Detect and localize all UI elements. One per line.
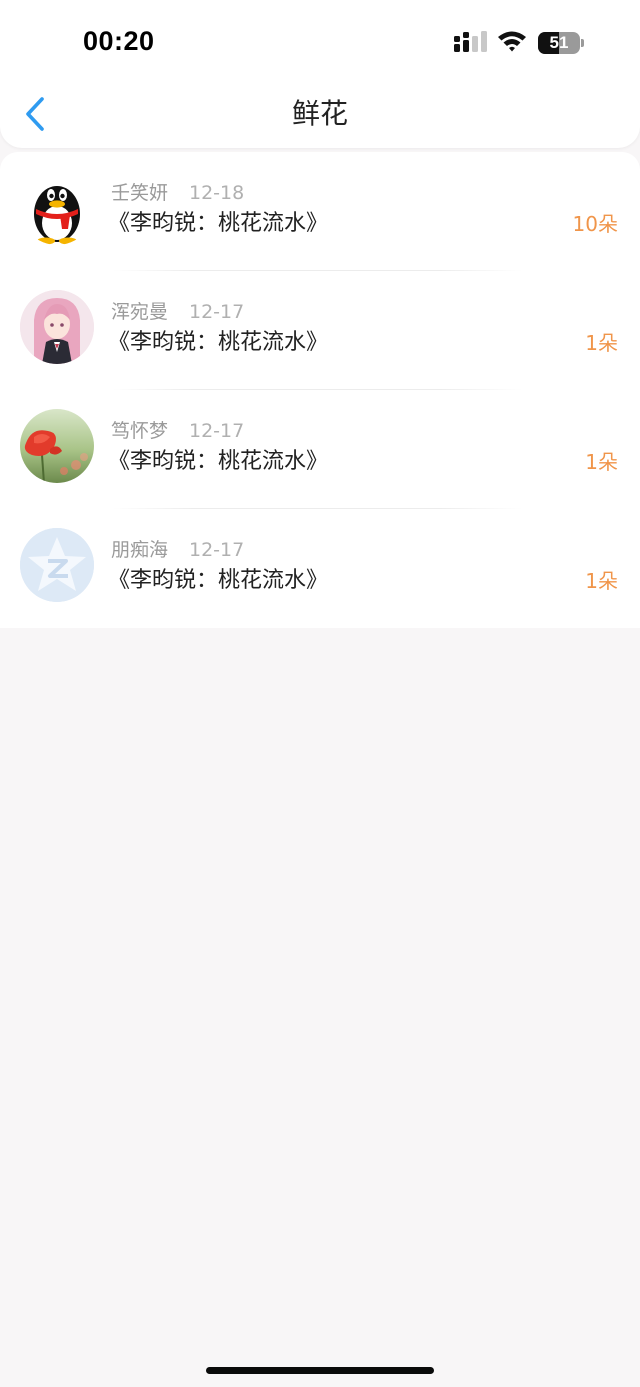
gift-date: 12-17	[189, 420, 245, 442]
penguin-avatar-icon	[34, 186, 80, 245]
poppy-flower-avatar-icon	[20, 409, 94, 483]
avatar[interactable]	[20, 290, 94, 364]
flower-list: 壬笑妍 12-18 《李昀锐：桃花流水》 10朵 浑宛曼 12-17 《李昀锐：…	[0, 152, 640, 628]
wifi-icon	[498, 31, 526, 52]
battery-percent: 51	[549, 33, 569, 52]
flower-count: 10朵	[572, 212, 618, 236]
gift-date: 12-18	[189, 182, 245, 204]
battery-tip	[581, 39, 584, 47]
anime-girl-avatar-icon	[20, 290, 94, 364]
flower-count: 1朵	[585, 331, 618, 355]
avatar[interactable]	[20, 171, 94, 245]
battery-icon: 51	[538, 32, 580, 54]
list-item[interactable]: 笃怀梦 12-17 《李昀锐：桃花流水》 1朵	[0, 390, 640, 509]
avatar[interactable]	[20, 528, 94, 602]
gift-title: 《李昀锐：桃花流水》	[108, 449, 329, 474]
sender-name: 朋痴海	[111, 539, 169, 561]
sender-name: 壬笑妍	[111, 182, 169, 204]
page-title: 鲜花	[291, 97, 348, 130]
list-item[interactable]: 壬笑妍 12-18 《李昀锐：桃花流水》 10朵	[0, 152, 640, 271]
gift-title: 《李昀锐：桃花流水》	[108, 330, 329, 355]
list-item[interactable]: 朋痴海 12-17 《李昀锐：桃花流水》 1朵	[0, 509, 640, 628]
flower-count: 1朵	[585, 450, 618, 474]
gift-date: 12-17	[189, 301, 245, 323]
avatar[interactable]	[20, 409, 94, 483]
qzone-star-avatar-icon	[20, 528, 94, 602]
status-time: 00:20	[83, 26, 155, 56]
sender-name: 浑宛曼	[111, 301, 169, 323]
gift-title: 《李昀锐：桃花流水》	[108, 211, 329, 236]
gift-date: 12-17	[189, 539, 245, 561]
page: 00:20 51 鲜花 壬笑妍 12-18 《李昀锐：桃花流水》 10朵 浑宛曼…	[0, 0, 640, 1387]
sender-name: 笃怀梦	[111, 420, 169, 442]
gift-title: 《李昀锐：桃花流水》	[108, 568, 329, 593]
header: 00:20 51 鲜花	[0, 0, 640, 148]
home-indicator	[206, 1367, 434, 1374]
cellular-signal-icon	[454, 31, 487, 52]
flower-count: 1朵	[585, 569, 618, 593]
list-item[interactable]: 浑宛曼 12-17 《李昀锐：桃花流水》 1朵	[0, 271, 640, 390]
